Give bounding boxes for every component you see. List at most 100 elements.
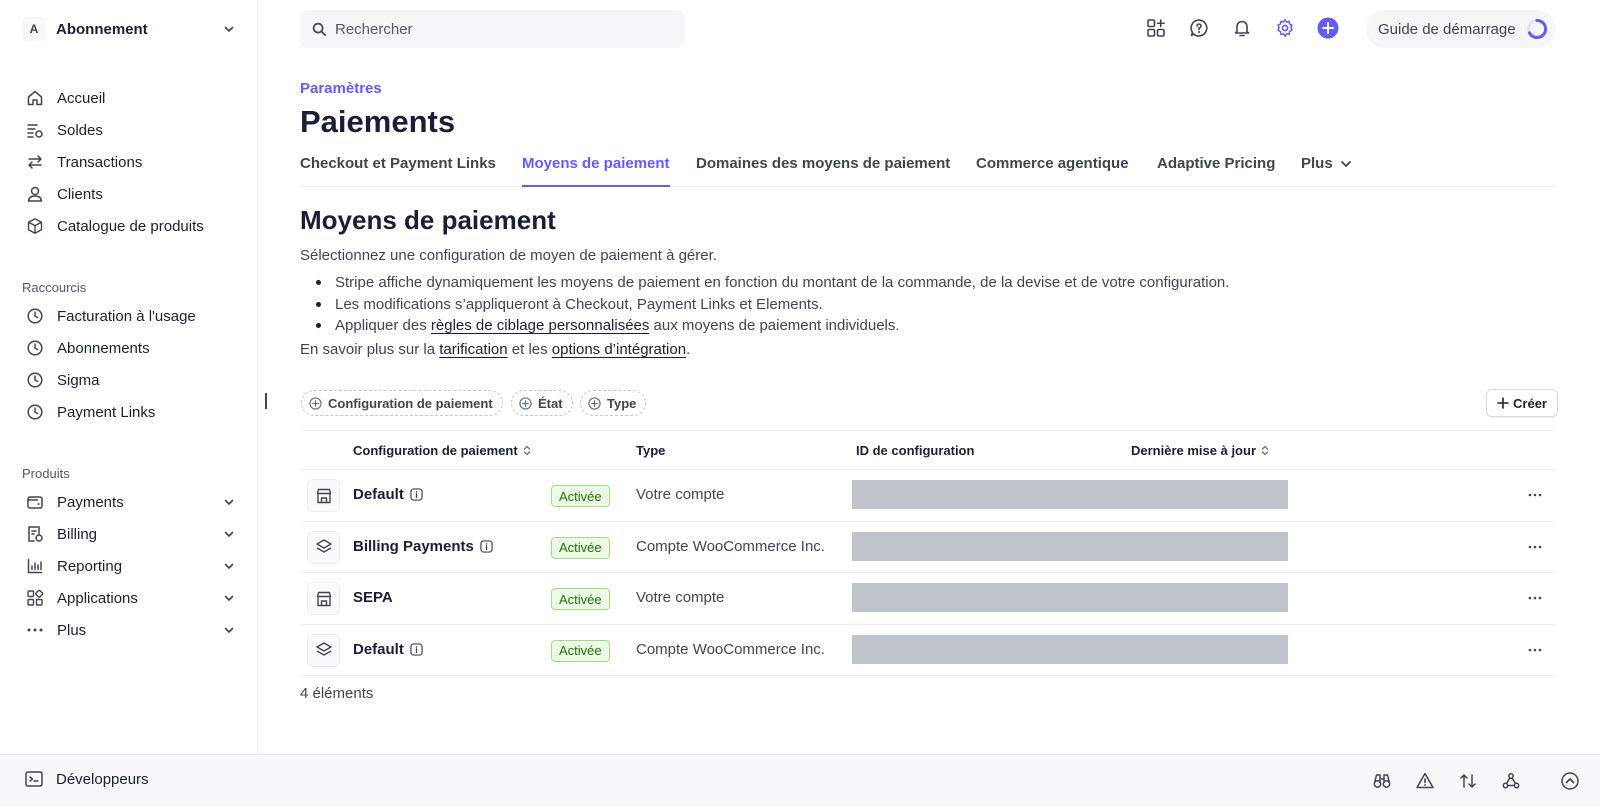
tab-payment-methods[interactable]: Moyens de paiement — [522, 155, 670, 187]
clock-icon — [24, 305, 46, 327]
more-actions-icon[interactable] — [1526, 538, 1544, 556]
developers-button[interactable]: Développeurs — [24, 769, 149, 789]
sidebar-item-label: Sigma — [57, 371, 100, 389]
sidebar-item-soldes[interactable]: Soldes — [24, 116, 236, 144]
info-icon[interactable] — [410, 488, 423, 501]
targeting-rules-link[interactable]: règles de ciblage personnalisées — [431, 317, 649, 334]
sidebar-item-reporting[interactable]: Reporting — [24, 552, 236, 580]
table-row[interactable]: Default Activée Compte WooCommerce Inc. — [300, 625, 1556, 676]
home-icon — [24, 87, 46, 109]
learn-more-text: En savoir plus sur la tarification et le… — [300, 341, 691, 358]
integration-options-link[interactable]: options d’intégration — [552, 341, 686, 358]
sidebar-item-label: Facturation à l'usage — [57, 307, 196, 325]
sidebar-item-label: Reporting — [57, 557, 123, 575]
apps-icon[interactable] — [1144, 16, 1168, 40]
layers-icon — [307, 530, 340, 564]
tab-agentic-commerce[interactable]: Commerce agentique — [976, 155, 1129, 187]
products-title: Produits — [22, 466, 70, 481]
configuration-type: Votre compte — [636, 486, 725, 503]
status-badge: Activée — [551, 588, 610, 610]
filter-payment-configuration[interactable]: Configuration de paiement — [301, 390, 503, 416]
plus-circle-icon — [309, 396, 322, 410]
sidebar-item-label: Transactions — [57, 153, 143, 171]
tab-checkout[interactable]: Checkout et Payment Links — [300, 155, 496, 187]
sidebar-item-accueil[interactable]: Accueil — [24, 84, 236, 112]
redacted-config-id — [852, 583, 1288, 612]
search-placeholder: Rechercher — [335, 20, 413, 38]
status-badge: Activée — [551, 536, 610, 559]
chevron-down-icon — [222, 495, 236, 509]
sidebar-item-catalogue[interactable]: Catalogue de produits — [24, 212, 236, 240]
bullet-item: Les modifications s’appliqueront à Check… — [316, 294, 1229, 316]
top-toolbar — [1144, 16, 1340, 40]
store-icon — [307, 479, 340, 512]
tab-payment-method-domains[interactable]: Domaines des moyens de paiement — [696, 155, 950, 187]
account-avatar: A — [22, 17, 46, 41]
sidebar-item-sigma[interactable]: Sigma — [24, 366, 236, 394]
webhook-icon[interactable] — [1499, 769, 1523, 793]
sidebar-item-transactions[interactable]: Transactions — [24, 148, 236, 176]
section-description: Sélectionnez une configuration de moyen … — [300, 247, 717, 264]
more-actions-icon[interactable] — [1526, 589, 1544, 607]
sidebar-item-applications[interactable]: Applications — [24, 584, 236, 612]
info-icon[interactable] — [480, 539, 493, 553]
sidebar-item-abonnements[interactable]: Abonnements — [24, 334, 236, 362]
warning-icon[interactable] — [1413, 769, 1437, 793]
plus-circle-icon — [519, 396, 532, 410]
sidebar-item-clients[interactable]: Clients — [24, 180, 236, 208]
help-icon[interactable] — [1187, 16, 1211, 40]
redacted-config-id — [852, 531, 1288, 561]
tab-plus[interactable]: Plus — [1301, 155, 1353, 187]
payment-configurations-table: Configuration de paiement Type ID de con… — [300, 430, 1556, 676]
filter-state[interactable]: État — [511, 390, 573, 416]
create-plus-icon[interactable] — [1316, 16, 1340, 40]
info-icon[interactable] — [410, 642, 423, 656]
pricing-link[interactable]: tarification — [439, 341, 507, 358]
sidebar-item-label: Soldes — [57, 121, 103, 139]
box-icon — [24, 215, 46, 237]
tab-adaptive-pricing[interactable]: Adaptive Pricing — [1157, 155, 1275, 187]
sidebar-item-billing[interactable]: Billing — [24, 520, 236, 548]
info-bullets: Stripe affiche dynamiquement les moyens … — [316, 272, 1229, 337]
sidebar-item-label: Accueil — [57, 89, 106, 107]
terminal-icon — [24, 769, 44, 789]
configuration-name: Billing Payments — [353, 538, 493, 555]
table-row[interactable]: Billing Payments Activée Compte WooComme… — [300, 522, 1556, 573]
guide-label: Guide de démarrage — [1378, 20, 1516, 38]
table-row[interactable]: SEPA Activée Votre compte — [300, 573, 1556, 625]
account-switcher[interactable]: A Abonnement — [22, 17, 236, 41]
create-button[interactable]: Créer — [1486, 389, 1558, 417]
sidebar-item-label: Catalogue de produits — [57, 217, 204, 235]
gear-icon[interactable] — [1273, 16, 1297, 40]
sidebar-item-plus[interactable]: Plus — [24, 616, 236, 644]
section-title: Moyens de paiement — [300, 205, 556, 235]
more-icon — [24, 619, 46, 641]
chevron-up-circle-icon[interactable] — [1558, 769, 1582, 793]
sidebar-item-payments[interactable]: Payments — [24, 488, 236, 516]
search-input[interactable]: Rechercher — [300, 10, 685, 48]
column-header-configuration[interactable]: Configuration de paiement — [353, 443, 531, 458]
arrows-up-down-icon[interactable] — [1456, 769, 1480, 793]
layers-icon — [307, 633, 340, 667]
breadcrumb[interactable]: Paramètres — [300, 80, 382, 97]
sidebar-item-label: Abonnements — [57, 339, 150, 357]
configuration-type: Compte WooCommerce Inc. — [636, 640, 825, 658]
filter-type[interactable]: Type — [580, 390, 647, 416]
binoculars-icon[interactable] — [1370, 769, 1394, 793]
status-badge: Activée — [551, 639, 610, 662]
bullet-item: Stripe affiche dynamiquement les moyens … — [316, 272, 1229, 294]
shortcuts-title: Raccourcis — [22, 280, 87, 295]
table-row[interactable]: Default Activée Votre compte — [300, 470, 1556, 522]
onboarding-guide-button[interactable]: Guide de démarrage — [1366, 10, 1556, 48]
bell-icon[interactable] — [1230, 16, 1254, 40]
sidebar-item-payment-links[interactable]: Payment Links — [24, 398, 236, 426]
store-icon — [307, 582, 340, 615]
more-actions-icon[interactable] — [1526, 486, 1544, 504]
table-header: Configuration de paiement Type ID de con… — [300, 430, 1556, 470]
more-actions-icon[interactable] — [1526, 641, 1544, 659]
sidebar-item-label: Billing — [57, 525, 98, 543]
sidebar-item-facturation[interactable]: Facturation à l'usage — [24, 302, 236, 330]
column-header-last-updated[interactable]: Dernière mise à jour — [1131, 443, 1269, 458]
resize-handle[interactable] — [265, 393, 267, 409]
redacted-config-id — [852, 634, 1288, 664]
